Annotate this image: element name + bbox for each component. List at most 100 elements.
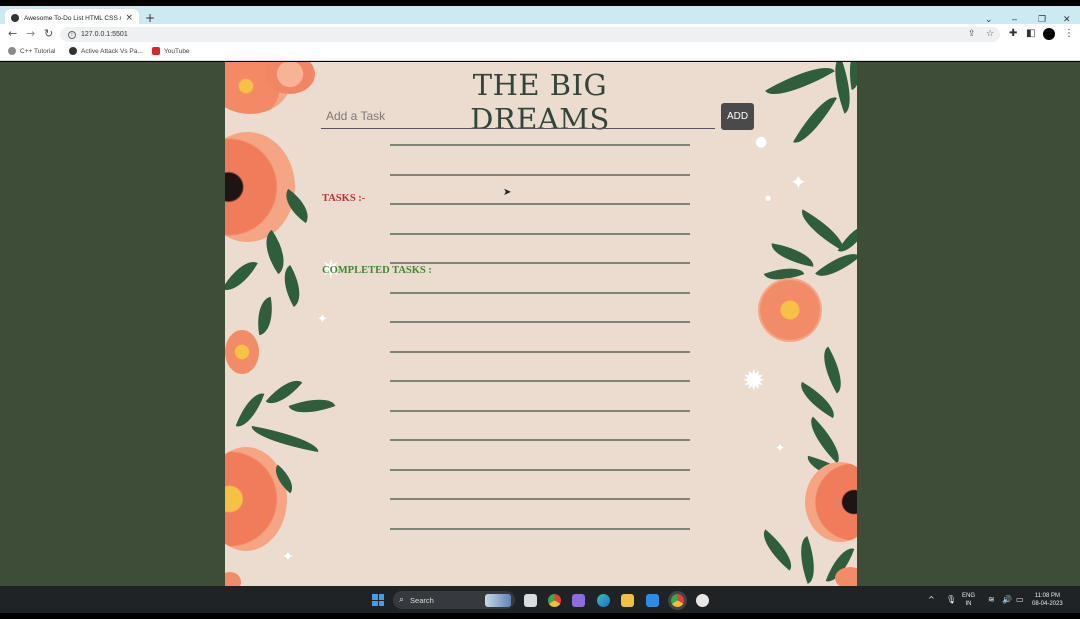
todo-card: ● ✦ ● ✷ ✦ ✹ ✦ ✦ THE BIG DREAMS ADD TASKS… xyxy=(225,62,857,586)
leaf-decoration xyxy=(793,90,837,150)
task-line xyxy=(390,292,690,294)
task-line xyxy=(390,144,690,146)
task-input[interactable] xyxy=(321,103,715,129)
language-code: ENG xyxy=(962,593,976,599)
clock[interactable]: 11:08 PM 08-04-2023 xyxy=(1032,592,1063,608)
microphone-icon[interactable]: 🎙 xyxy=(946,595,956,605)
search-highlight-icon xyxy=(485,594,511,607)
task-line xyxy=(390,380,690,382)
completed-tasks-label: COMPLETED TASKS : xyxy=(322,265,432,276)
file-explorer-icon[interactable] xyxy=(621,594,634,607)
leaf-decoration xyxy=(235,388,265,432)
globe-icon xyxy=(11,14,19,22)
bookmark-label: Active Attack Vs Pa... xyxy=(81,47,143,55)
flower-decoration xyxy=(225,447,287,551)
chrome-active-icon[interactable] xyxy=(671,594,684,607)
url-text: 127.0.0.1:5501 xyxy=(81,31,128,38)
site-info-icon[interactable]: i xyxy=(68,30,76,39)
flower-decoration xyxy=(835,567,857,586)
task-line xyxy=(390,262,690,264)
leaf-decoration xyxy=(837,220,857,258)
flower-decoration xyxy=(225,330,259,374)
sparkle-decoration: ✦ xyxy=(790,170,807,194)
volume-icon[interactable]: 🔊 xyxy=(1002,595,1012,605)
app-icon[interactable] xyxy=(696,594,709,607)
task-line xyxy=(390,351,690,353)
globe-icon xyxy=(69,47,77,55)
task-line xyxy=(390,203,690,205)
sparkle-decoration: ✦ xyxy=(282,549,294,565)
taskbar-search-label: Search xyxy=(410,595,434,605)
flower-decoration xyxy=(805,462,857,542)
close-tab-icon[interactable]: × xyxy=(125,13,133,23)
task-line xyxy=(390,410,690,412)
task-line xyxy=(390,233,690,235)
task-view-icon[interactable] xyxy=(524,594,537,607)
youtube-icon xyxy=(152,47,160,55)
chrome-icon[interactable] xyxy=(548,594,561,607)
share-icon[interactable]: ⇪ xyxy=(968,29,976,39)
region-code: IN xyxy=(965,601,972,607)
mouse-cursor-icon: ➤ xyxy=(503,187,512,198)
edge-icon[interactable] xyxy=(597,594,610,607)
leaf-decoration xyxy=(225,254,258,298)
sparkle-decoration: ✹ xyxy=(742,364,766,397)
bookmarks-bar: C++ Tutorial Active Attack Vs Pa... YouT… xyxy=(0,44,1080,61)
reload-icon[interactable]: ↻ xyxy=(44,27,53,41)
battery-icon[interactable]: ▭ xyxy=(1016,595,1024,605)
task-line xyxy=(390,321,690,323)
task-line xyxy=(390,469,690,471)
bookmark-label: C++ Tutorial xyxy=(20,47,56,55)
add-task-button[interactable]: ADD xyxy=(721,103,754,130)
bookmark-youtube[interactable]: YouTube xyxy=(152,47,190,55)
leaf-decoration xyxy=(768,243,817,267)
sparkle-decoration: ● xyxy=(765,194,772,202)
back-icon[interactable]: ← xyxy=(8,27,17,41)
vscode-icon[interactable] xyxy=(646,594,659,607)
search-icon: ⌕ xyxy=(399,595,405,605)
leaf-decoration xyxy=(814,346,851,394)
tab-title: Awesome To-Do List HTML CSS / xyxy=(24,14,122,22)
windows-taskbar: ⌕ Search ^ 🎙 ENG IN ≋ 🔊 ▭ 11:08 PM 08-04… xyxy=(0,586,1080,613)
minimize-icon[interactable]: – xyxy=(1012,14,1017,24)
leaf-decoration xyxy=(253,296,277,336)
leaf-decoration xyxy=(288,390,336,422)
bookmark-star-icon[interactable]: ☆ xyxy=(986,29,994,39)
wifi-icon[interactable]: ≋ xyxy=(988,595,995,605)
leaf-decoration xyxy=(765,62,835,107)
profile-avatar[interactable] xyxy=(1043,28,1055,40)
flower-decoration xyxy=(758,278,822,342)
show-hidden-icons-icon[interactable]: ^ xyxy=(928,595,935,605)
game-icon[interactable] xyxy=(572,594,585,607)
leaf-decoration xyxy=(249,426,321,452)
windows-start-icon[interactable] xyxy=(372,594,384,606)
leaf-decoration xyxy=(755,529,800,571)
globe-icon xyxy=(8,47,16,55)
side-panel-icon[interactable]: ◧ xyxy=(1026,28,1035,40)
language-indicator[interactable]: ENG IN xyxy=(962,592,975,608)
extensions-icon[interactable]: ✚ xyxy=(1009,28,1017,40)
task-line xyxy=(390,498,690,500)
address-bar[interactable]: i 127.0.0.1:5501 xyxy=(60,27,1000,42)
task-line xyxy=(390,528,690,530)
letterbox-bottom xyxy=(0,613,1080,619)
forward-icon[interactable]: → xyxy=(26,27,35,41)
browser-toolbar: ← → ↻ i 127.0.0.1:5501 ⇪ ☆ ✚ ◧ ⋮ xyxy=(0,24,1080,44)
flower-decoration xyxy=(225,572,241,586)
sparkle-decoration: ✦ xyxy=(775,441,786,455)
bookmark-label: YouTube xyxy=(164,47,190,55)
new-tab-button[interactable]: + xyxy=(145,12,155,24)
tasks-label: TASKS :- xyxy=(322,193,366,204)
sparkle-decoration: ● xyxy=(755,134,768,150)
tab-strip: Awesome To-Do List HTML CSS / × + ⌄ – ❐ … xyxy=(0,6,1080,27)
leaf-decoration xyxy=(815,244,857,286)
clock-time: 11:08 PM xyxy=(1034,593,1060,599)
bookmark-cpp-tutorial[interactable]: C++ Tutorial xyxy=(8,47,55,55)
clock-date: 08-04-2023 xyxy=(1032,601,1063,607)
sparkle-decoration: ✦ xyxy=(317,312,328,327)
task-line xyxy=(390,174,690,176)
flower-decoration xyxy=(225,132,295,242)
menu-icon[interactable]: ⋮ xyxy=(1064,28,1074,40)
page-viewport: ● ✦ ● ✷ ✦ ✹ ✦ ✦ THE BIG DREAMS ADD TASKS… xyxy=(0,62,1080,586)
bookmark-active-attack[interactable]: Active Attack Vs Pa... xyxy=(69,47,143,55)
